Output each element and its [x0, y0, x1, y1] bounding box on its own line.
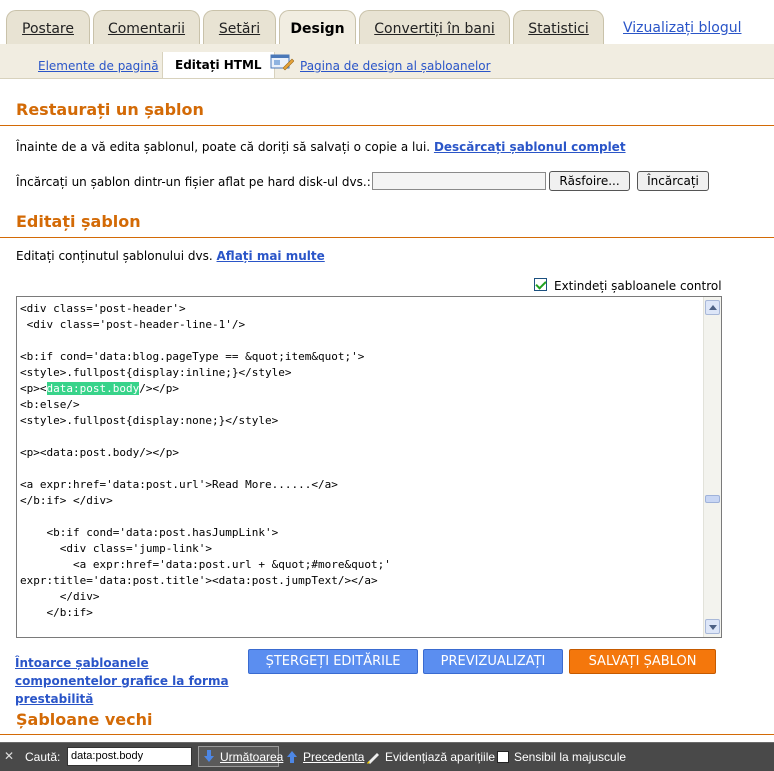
edit-intro: Editați conținutul șablonului dvs. Aflaț…	[16, 249, 325, 263]
arrow-down-icon	[709, 625, 717, 630]
arrow-up-icon[interactable]	[286, 750, 298, 763]
upload-button[interactable]: Încărcați	[637, 171, 709, 191]
restore-intro-text: Înainte de a vă edita șablonul, poate că…	[16, 140, 431, 154]
subtab-page-elements[interactable]: Elemente de pagină	[38, 59, 159, 73]
design-subnav: Elemente de pagină Editați HTML Pagina d…	[0, 44, 774, 79]
upload-label: Încărcați un șablon dintr-un fișier afla…	[16, 175, 371, 189]
find-next-label: Următoarea	[220, 750, 284, 764]
edit-intro-text: Editați conținutul șablonului dvs.	[16, 249, 213, 263]
find-next-button[interactable]: Următoarea	[198, 746, 283, 767]
revert-widgets-link[interactable]: Întoarce șabloanele componentelor grafic…	[15, 654, 240, 708]
top-tab-bar: Postare Comentarii Setări Design Convert…	[0, 0, 774, 45]
subtab-edit-html[interactable]: Editați HTML	[162, 52, 275, 78]
find-input[interactable]: data:post.body	[67, 747, 192, 766]
tab-monetize[interactable]: Convertiți în bani	[359, 10, 510, 44]
file-path-input[interactable]	[372, 172, 546, 190]
scroll-thumb[interactable]	[705, 495, 720, 503]
learn-more-link[interactable]: Aflați mai multe	[217, 249, 325, 263]
find-bar: ✕ Caută: data:post.body Următoarea Prece…	[0, 742, 774, 771]
tab-comments[interactable]: Comentarii	[93, 10, 200, 44]
subtab-template-designer[interactable]: Pagina de design al șabloanelor	[300, 59, 491, 73]
highlighter-icon	[367, 753, 379, 764]
clear-edits-button[interactable]: ȘTERGEȚI EDITĂRILE	[248, 649, 418, 674]
expand-widgets-label: Extindeți șabloanele control	[554, 279, 722, 293]
search-match-highlight: data:post.body	[46, 382, 140, 395]
preview-button[interactable]: PREVIZUALIZAȚI	[423, 649, 563, 674]
arrow-up-icon	[709, 305, 717, 310]
scroll-down-button[interactable]	[705, 619, 720, 634]
match-case-label: Sensibil la majuscule	[514, 750, 627, 764]
arrow-down-icon	[204, 750, 214, 762]
tab-design[interactable]: Design	[279, 10, 356, 45]
template-code[interactable]: <div class='post-header'> <div class='po…	[20, 301, 391, 621]
code-after-match: /></p> <b:else/> <style>.fullpost{displa…	[20, 382, 391, 619]
view-blog-link[interactable]: Vizualizați blogul	[623, 10, 742, 44]
restore-heading: Restaurați un șablon	[16, 100, 204, 119]
old-templates-divider	[0, 734, 774, 735]
template-designer-icon[interactable]	[270, 53, 294, 71]
scroll-up-button[interactable]	[705, 300, 720, 315]
tab-settings[interactable]: Setări	[203, 10, 276, 44]
save-template-button[interactable]: SALVAȚI ȘABLON	[569, 649, 716, 674]
find-previous-button[interactable]: Precedenta	[303, 750, 364, 764]
expand-widgets-checkbox[interactable]	[534, 278, 547, 291]
tab-stats[interactable]: Statistici	[513, 10, 604, 44]
download-template-link[interactable]: Descărcați șablonul complet	[434, 140, 626, 154]
edit-divider	[0, 237, 774, 238]
template-code-editor[interactable]: <div class='post-header'> <div class='po…	[16, 296, 722, 638]
old-templates-heading: Șabloane vechi	[16, 710, 153, 729]
edit-heading: Editați șablon	[16, 212, 141, 231]
tab-posting[interactable]: Postare	[6, 10, 90, 44]
find-label: Caută:	[25, 750, 61, 764]
browse-button[interactable]: Răsfoire...	[549, 171, 630, 191]
editor-scrollbar[interactable]	[703, 297, 721, 637]
highlight-all-button[interactable]: Evidențiază aparițiile	[385, 750, 495, 764]
close-icon[interactable]: ✕	[4, 749, 14, 763]
restore-divider	[0, 125, 774, 126]
restore-intro: Înainte de a vă edita șablonul, poate că…	[16, 140, 626, 154]
match-case-checkbox[interactable]	[497, 751, 509, 763]
